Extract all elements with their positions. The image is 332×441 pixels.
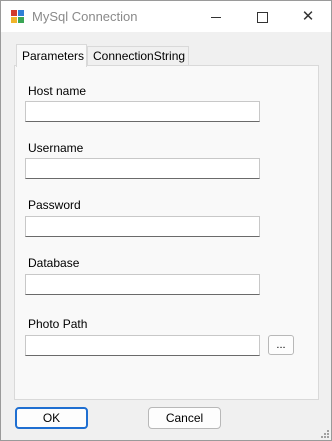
close-button[interactable]: ✕ [285,1,331,32]
host-name-input[interactable] [25,101,260,122]
resize-grip-icon[interactable] [319,428,329,438]
app-icon [11,10,25,24]
minimize-button[interactable] [193,1,239,32]
tab-connectionstring[interactable]: ConnectionString [87,46,189,65]
tab-parameters[interactable]: Parameters [16,44,87,67]
host-name-label: Host name [28,84,87,98]
maximize-button[interactable] [239,1,285,32]
photo-path-label: Photo Path [28,317,88,331]
close-icon: ✕ [301,8,315,25]
title-bar[interactable]: MySql Connection ✕ [1,1,331,32]
window-title: MySql Connection [32,9,138,24]
database-label: Database [28,256,80,270]
cancel-button[interactable]: Cancel [148,407,221,429]
browse-button[interactable]: ... [268,335,294,355]
username-label: Username [28,141,84,155]
database-input[interactable] [25,274,260,295]
password-input[interactable] [25,216,260,237]
photo-path-input[interactable] [25,335,260,356]
minimize-icon [211,17,221,19]
ok-button[interactable]: OK [15,407,88,429]
maximize-icon [256,12,268,24]
password-label: Password [28,198,81,212]
mysql-connection-window: MySql Connection ✕ Parameters Connection… [0,0,332,441]
username-input[interactable] [25,158,260,179]
